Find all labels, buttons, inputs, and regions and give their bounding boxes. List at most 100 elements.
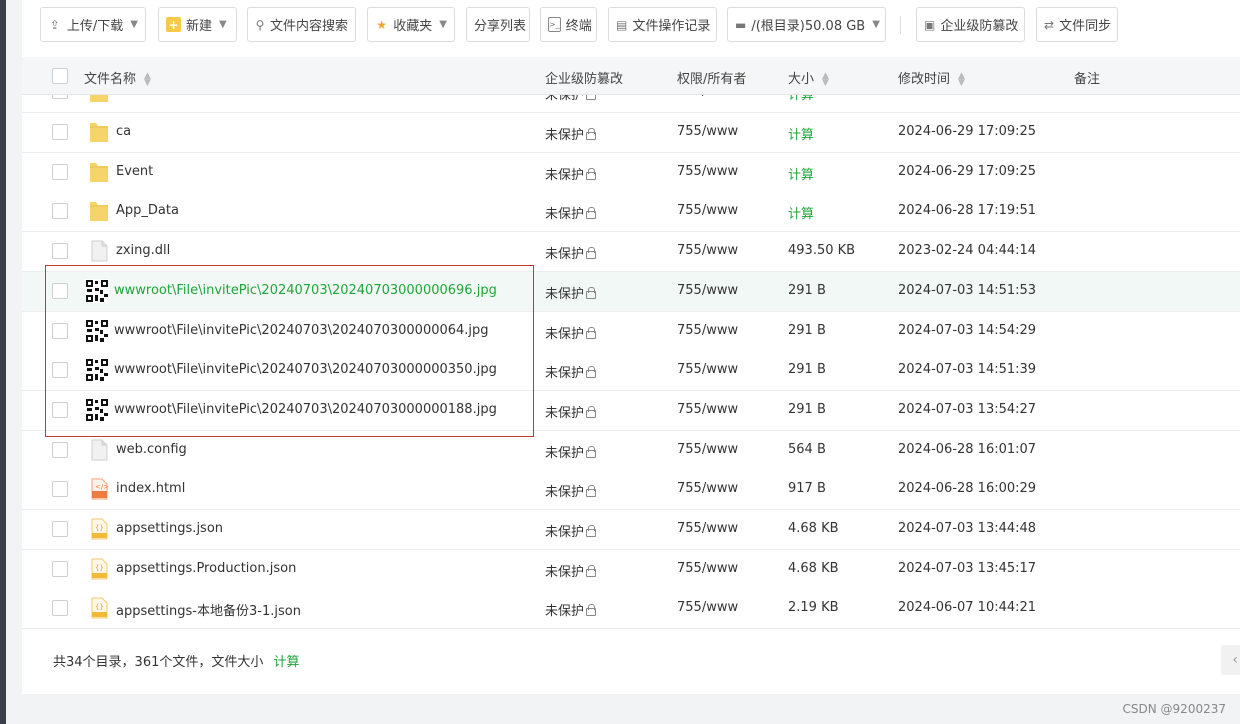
file-name[interactable]: ca — [116, 124, 131, 139]
table-row[interactable]: wwwroot\File\invitePic\20240703\20240703… — [22, 390, 1240, 431]
col-header-tamper: 企业级防篡改 — [545, 72, 624, 87]
modified-time: 2024-06-28 17:19:51 — [898, 203, 1037, 219]
row-checkbox[interactable] — [52, 163, 68, 180]
file-size: 564 B — [788, 441, 826, 457]
file-name[interactable]: Event — [116, 164, 153, 179]
row-checkbox[interactable] — [52, 243, 68, 260]
file-name[interactable]: App_Data — [116, 203, 179, 218]
chevron-down-icon: ▼ — [219, 19, 227, 30]
file-name[interactable]: wwwroot\File\invitePic\20240703\20240703… — [114, 283, 497, 298]
file-name[interactable]: appsettings-本地备份3-1.json — [116, 600, 301, 619]
content-search-button[interactable]: ⚲ 文件内容搜索 — [247, 7, 356, 42]
file-name[interactable]: wwwroot\File\invitePic\20240703\20240703… — [114, 323, 489, 338]
file-name[interactable]: appsettings.Production.json — [116, 561, 296, 576]
col-header-size[interactable]: 大小 ▲ ▼ — [788, 68, 829, 87]
table-row[interactable]: zxing.dll 未保护 755/www 493.50 KB 2023-02-24 0… — [22, 232, 1240, 273]
table-row[interactable]: {} appsettings.Production.json 未保护 755/www 4… — [22, 549, 1240, 590]
modified-time: 2024-06-28 16:00:29 — [898, 481, 1037, 497]
page-prev-tab[interactable]: ‹ — [1221, 645, 1240, 675]
file-name[interactable]: index.html — [116, 481, 185, 496]
col-header-name[interactable]: 文件名称 ▲ ▼ — [84, 68, 151, 87]
row-checkbox[interactable] — [52, 282, 68, 299]
row-checkbox[interactable] — [52, 441, 68, 458]
folder-icon — [90, 123, 108, 142]
row-checkbox[interactable] — [52, 481, 68, 498]
modified-time: 2024-07-03 13:54:27 — [898, 401, 1037, 417]
tamper-button[interactable]: ▣ 企业级防篡改 — [916, 7, 1025, 42]
row-checkbox[interactable] — [52, 362, 68, 379]
file-name[interactable]: wwwroot\File\invitePic\20240703\20240703… — [114, 362, 497, 377]
tamper-status: 未保护 — [545, 243, 597, 262]
table-row[interactable]: web.config 未保护 755/www 564 B 2024-06-28 16:0… — [22, 430, 1240, 471]
new-button[interactable]: + 新建 ▼ — [158, 7, 237, 42]
permission[interactable]: 755/www — [677, 362, 738, 377]
permission[interactable]: 755/www — [677, 442, 738, 457]
permission[interactable]: 755/www — [677, 600, 738, 615]
row-checkbox[interactable] — [52, 560, 68, 577]
table-row[interactable]: </> index.html 未保护 755/www 917 B 2024-06-28 1… — [22, 470, 1240, 511]
row-checkbox[interactable] — [52, 401, 68, 418]
file-name[interactable]: wwwroot\File\invitePic\20240703\20240703… — [114, 402, 497, 417]
table-row[interactable]: App_Data 未保护 755/www 计算 2024-06-28 17:19:51 — [22, 192, 1240, 233]
table-row[interactable]: ca 未保护 755/www 计算 2024-06-29 17:09:25 — [22, 113, 1240, 153]
file-size: 291 B — [788, 322, 826, 338]
table-row[interactable]: Event 未保护 755/www 计算 2024-06-29 17:09:25 — [22, 152, 1240, 193]
table-row[interactable]: wwwroot\File\invitePic\20240703\20240703… — [22, 351, 1240, 392]
modified-time: 2024-06-28 16:01:07 — [898, 441, 1037, 457]
row-checkbox[interactable] — [52, 124, 68, 140]
share-list-button[interactable]: 分享列表 — [466, 7, 530, 42]
permission[interactable]: 755/www — [677, 561, 738, 576]
size-calc-link[interactable]: 计算 — [788, 124, 814, 143]
tamper-status: 未保护 — [545, 362, 597, 381]
sync-folder-icon: ⇄ — [1044, 17, 1055, 32]
file-name[interactable]: zxing.dll — [116, 243, 170, 258]
qr-code-image-icon — [85, 278, 109, 303]
permission[interactable]: 755/www — [677, 243, 738, 258]
row-checkbox[interactable] — [52, 600, 68, 617]
size-calc-link[interactable]: 计算 — [788, 203, 814, 222]
row-checkbox[interactable] — [52, 322, 68, 339]
row-checkbox[interactable] — [52, 203, 68, 220]
col-header-mtime[interactable]: 修改时间 ▲ ▼ — [898, 68, 965, 87]
tamper-status: 未保护 — [545, 521, 597, 540]
permission[interactable]: 755/www — [677, 521, 738, 536]
permission[interactable]: 755/www — [677, 124, 738, 139]
permission[interactable]: 755/www — [677, 283, 738, 298]
file-size: 2.19 KB — [788, 600, 839, 616]
modified-time: 2024-07-03 14:51:53 — [898, 282, 1037, 298]
permission[interactable]: 755/www — [677, 203, 738, 218]
terminal-label: 终端 — [565, 19, 592, 34]
sync-button[interactable]: ⇄ 文件同步 — [1036, 7, 1118, 42]
tamper-status: 未保护 — [545, 600, 597, 619]
select-all-checkbox[interactable] — [52, 68, 68, 84]
size-calc-link[interactable]: 计算 — [788, 164, 814, 183]
total-size-calc-link[interactable]: 计算 — [274, 655, 300, 670]
disk-select[interactable]: ▬ /(根目录)50.08 GB ▼ — [727, 7, 886, 42]
favorites-button[interactable]: ★ 收藏夹 ▼ — [367, 7, 455, 42]
favorites-label: 收藏夹 — [393, 19, 433, 34]
new-label: 新建 — [186, 19, 213, 34]
table-row[interactable]: {} appsettings.json 未保护 755/www 4.68 KB 2024-… — [22, 510, 1240, 550]
file-name[interactable]: web.config — [116, 442, 187, 457]
table-row[interactable]: {} appsettings-本地备份3-1.json 未保护 755/www 2.19… — [22, 589, 1240, 630]
upload-download-button[interactable]: ⇪ 上传/下载 ▼ — [40, 7, 146, 42]
permission[interactable]: 755/www — [677, 323, 738, 338]
op-log-label: 文件操作记录 — [632, 19, 711, 34]
file-name[interactable]: appsettings.json — [116, 521, 223, 536]
svg-text:{}: {} — [95, 564, 104, 572]
file-icon — [91, 439, 108, 461]
watermark: CSDN @9200237 — [1122, 702, 1226, 716]
row-checkbox[interactable] — [52, 521, 68, 537]
lock-icon — [586, 485, 597, 498]
permission[interactable]: 755/www — [677, 481, 738, 496]
op-log-button[interactable]: ▤ 文件操作记录 — [608, 7, 717, 42]
permission[interactable]: 755/www — [677, 402, 738, 417]
table-row[interactable]: wwwroot\File\invitePic\20240703\20240703… — [22, 311, 1240, 352]
lock-icon — [586, 167, 597, 180]
lock-icon — [586, 326, 597, 339]
permission[interactable]: 755/www — [677, 164, 738, 179]
table-row[interactable]: wwwroot\File\invitePic\20240703\20240703… — [22, 271, 1240, 312]
file-size: 291 B — [788, 362, 826, 378]
lock-icon — [586, 207, 597, 220]
terminal-button[interactable]: >_ 终端 — [540, 7, 597, 42]
